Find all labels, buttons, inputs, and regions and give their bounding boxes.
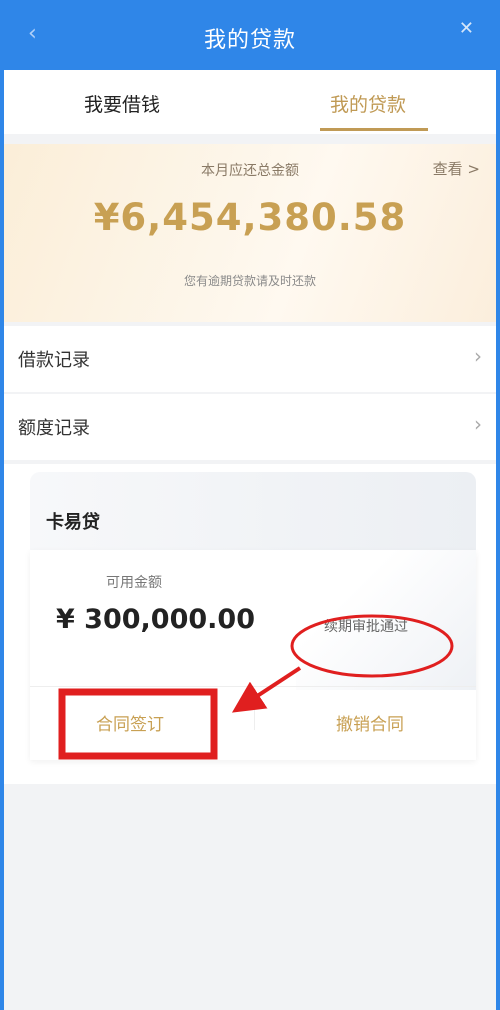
status-badge: 续期审批通过 — [324, 619, 408, 635]
title-bar: ‹ 我的贷款 ✕ — [4, 0, 496, 70]
sign-contract-button[interactable]: 合同签订 — [96, 710, 164, 735]
tab-bar: 我要借钱 我的贷款 — [4, 70, 496, 134]
loan-product-name: 卡易贷 — [46, 512, 100, 533]
active-tab-indicator — [320, 128, 428, 131]
loan-card: 可用金额 ¥ 300,000.00 续期审批通过 合同签订 撤销合同 — [30, 550, 476, 760]
repayment-label: 本月应还总金额 — [201, 163, 299, 179]
loan-card-area: 卡易贷 可用金额 ¥ 300,000.00 续期审批通过 合同签订 撤销合同 — [4, 464, 496, 784]
available-amount: ¥ 300,000.00 — [56, 604, 255, 635]
loan-records-row[interactable]: 借款记录 › — [4, 326, 496, 392]
credit-records-label: 额度记录 — [18, 418, 90, 439]
close-icon[interactable]: ✕ — [459, 18, 474, 39]
cancel-contract-button[interactable]: 撤销合同 — [336, 710, 404, 735]
repayment-amount: ¥6,454,380.58 — [93, 196, 407, 239]
app-screen: ‹ 我的贷款 ✕ 我要借钱 我的贷款 本月应还总金额 查看 > ¥6,454,3… — [4, 0, 496, 1010]
repayment-summary: 本月应还总金额 查看 > ¥6,454,380.58 您有逾期贷款请及时还款 — [4, 144, 496, 322]
tab-my-loans[interactable]: 我的贷款 — [330, 90, 406, 117]
view-link[interactable]: 查看 > — [433, 158, 480, 179]
overdue-note: 您有逾期贷款请及时还款 — [183, 274, 316, 288]
divider — [254, 700, 255, 730]
credit-records-row[interactable]: 额度记录 › — [4, 394, 496, 460]
loan-card-header: 卡易贷 — [30, 472, 476, 550]
divider — [30, 686, 476, 687]
chevron-right-icon: › — [474, 412, 482, 436]
available-amount-label: 可用金额 — [106, 575, 162, 591]
tab-borrow[interactable]: 我要借钱 — [84, 90, 160, 117]
chevron-right-icon: › — [474, 344, 482, 368]
page-title: 我的贷款 — [203, 28, 296, 53]
loan-records-label: 借款记录 — [18, 350, 90, 371]
